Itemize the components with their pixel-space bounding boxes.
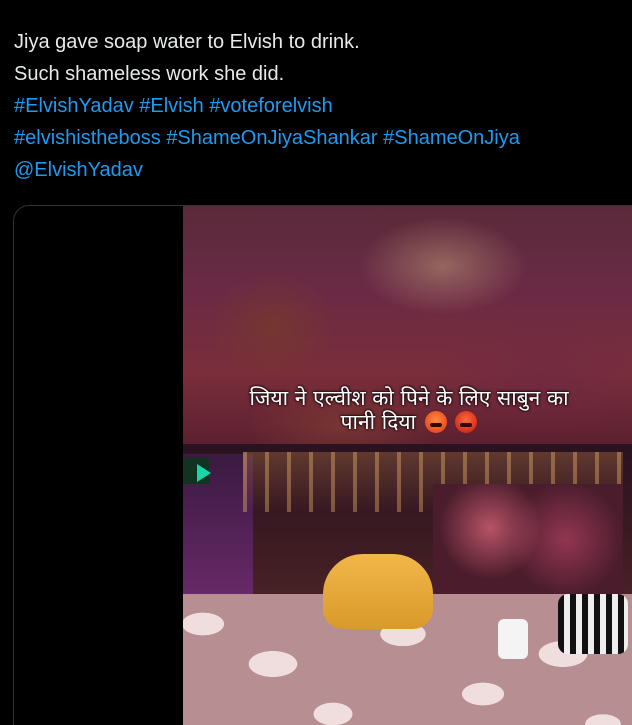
swearing-face-icon [455, 411, 478, 433]
mention-link[interactable]: @ElvishYadav [14, 159, 143, 181]
video-scene [183, 444, 632, 725]
video-caption-line-1: जिया ने एल्वीश को पिने के लिए साबुन का [249, 386, 569, 410]
tweet-line-1: Jiya gave soap water to Elvish to drink. [14, 31, 360, 53]
hashtag-link[interactable]: #voteforelvish [209, 95, 332, 117]
mention-row: @ElvishYadav [14, 154, 626, 186]
hashtag-link[interactable]: #Elvish [139, 95, 203, 117]
hashtag-link[interactable]: #ShameOnJiyaShankar [166, 127, 377, 149]
scene-sofa [323, 554, 433, 629]
scene-striped-chair [558, 594, 628, 654]
media-card[interactable]: जिया ने एल्वीश को पिने के लिए साबुन का प… [13, 205, 632, 725]
tweet-text: Jiya gave soap water to Elvish to drink.… [14, 26, 626, 186]
scene-stool [498, 619, 528, 659]
hashtag-row-1: #ElvishYadav #Elvish #voteforelvish [14, 90, 626, 122]
play-icon [197, 464, 211, 482]
hashtag-link[interactable]: #elvishistheboss [14, 127, 161, 149]
video-caption: जिया ने एल्वीश को पिने के लिए साबुन का प… [183, 386, 632, 434]
scene-stage [433, 484, 623, 594]
video-caption-line-2: पानी दिया [183, 410, 632, 434]
video-caption-text-2: पानी दिया [340, 410, 416, 434]
hashtag-row-2: #elvishistheboss #ShameOnJiyaShankar #Sh… [14, 122, 626, 154]
tweet-line-2: Such shameless work she did. [14, 63, 285, 85]
video-player[interactable]: जिया ने एल्वीश को पिने के लिए साबुन का प… [183, 206, 632, 725]
hashtag-link[interactable]: #ElvishYadav [14, 95, 134, 117]
angry-face-icon [424, 411, 447, 433]
hashtag-link[interactable]: #ShameOnJiya [383, 127, 520, 149]
